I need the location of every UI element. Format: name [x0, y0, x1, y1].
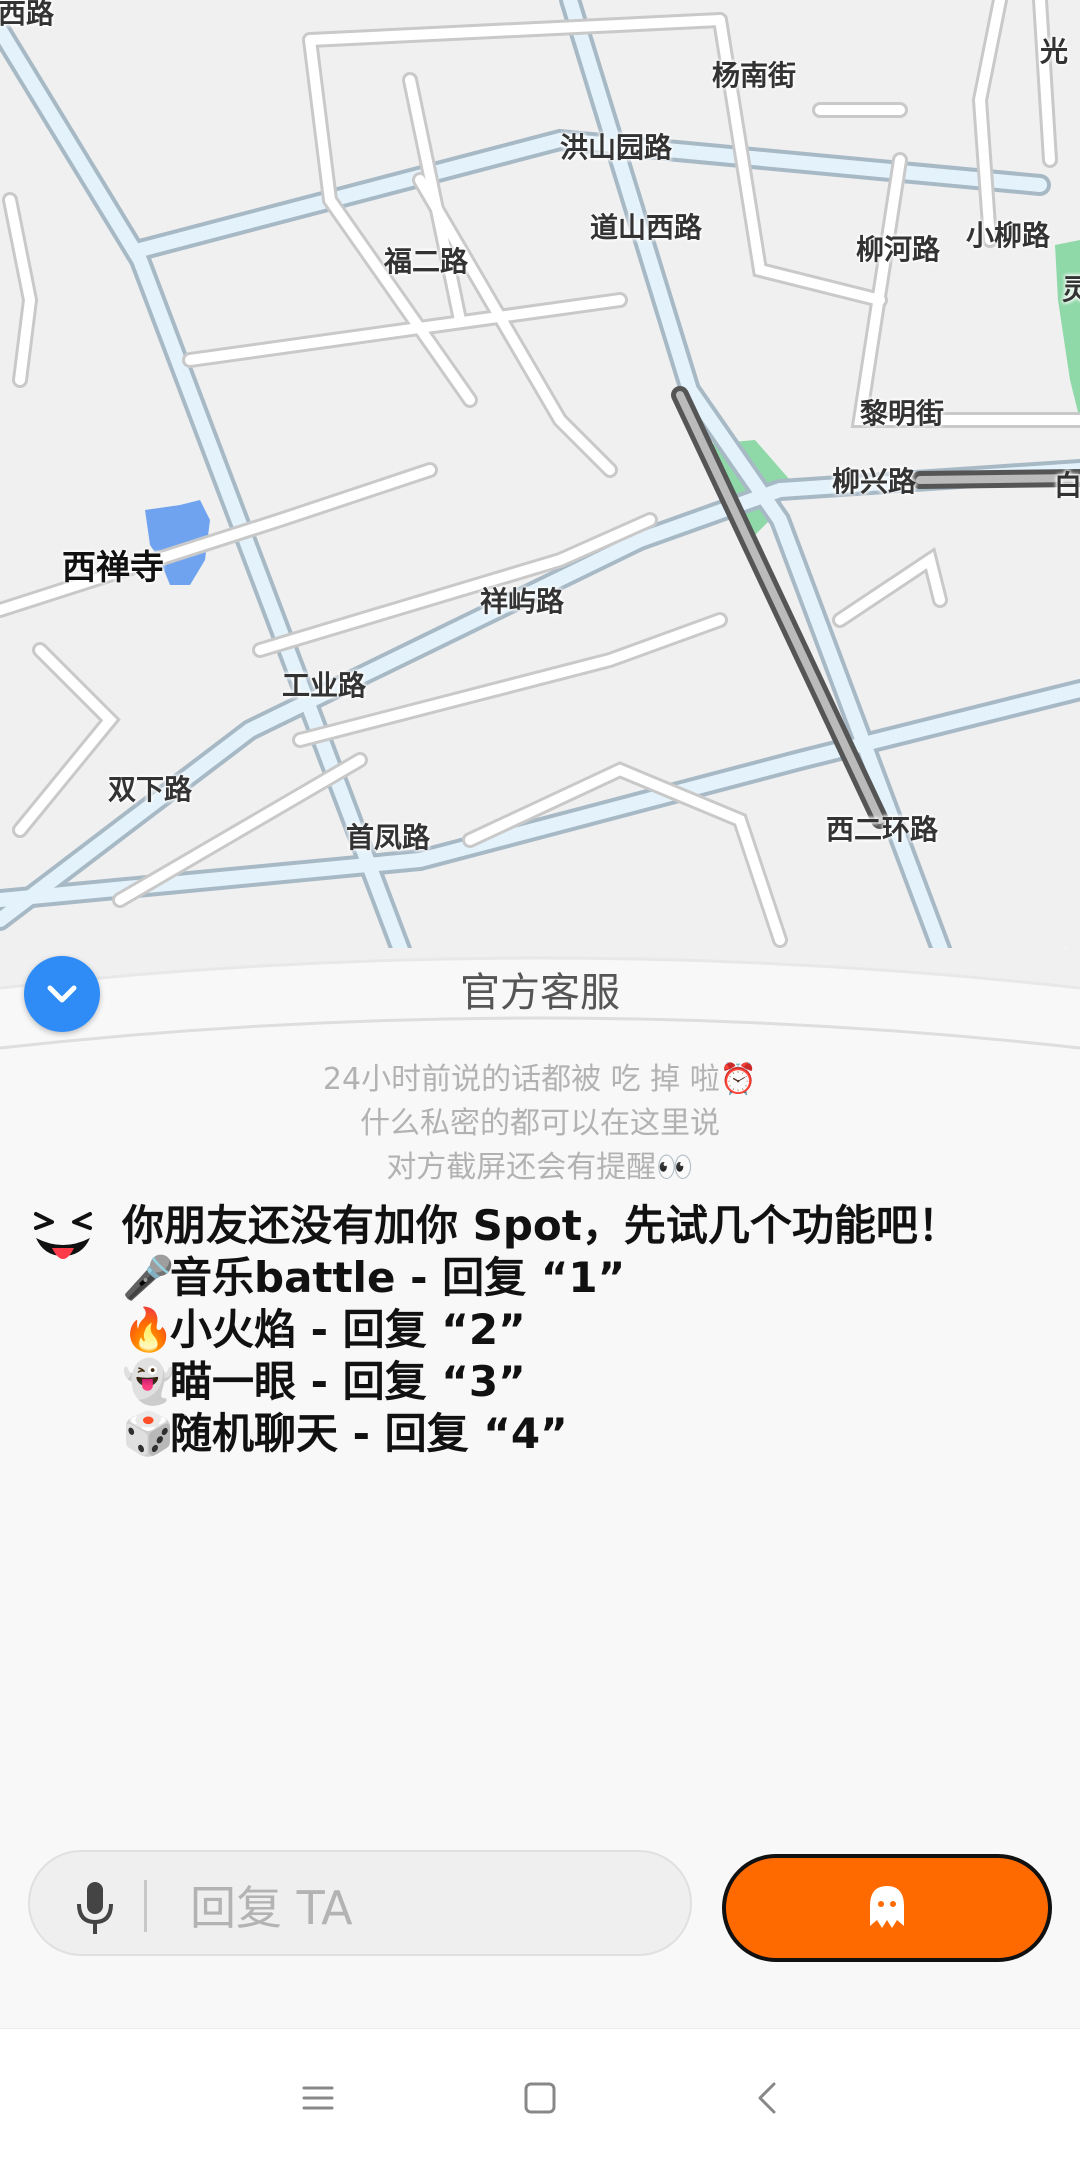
map-label: 祥屿路	[480, 585, 565, 618]
message-option-text: 音乐battle - 回复 “1”	[170, 1253, 626, 1302]
map-label: 小柳路	[966, 219, 1051, 252]
map-label: 双下路	[108, 773, 193, 806]
map-label: 黎明街	[860, 397, 945, 430]
map-label: 洪山园路	[560, 131, 673, 164]
map-label: 西禅寺	[62, 548, 164, 588]
ghost-emoji-icon: 👻	[122, 1357, 175, 1406]
message-option: 🎲随机聊天 - 回复 “4”	[122, 1408, 1042, 1460]
bot-message: 你朋友还没有加你 Spot，先试几个功能吧！ 🎤音乐battle - 回复 “1…	[122, 1200, 1042, 1460]
map-label: 灵	[1062, 273, 1080, 306]
map-label: 道山西路	[590, 211, 703, 244]
fire-emoji-icon: 🔥	[122, 1305, 175, 1354]
notice-line: 对方截屏还会有提醒👀	[386, 1150, 694, 1185]
map-label: 杨南街	[712, 59, 797, 92]
microphone-emoji-icon: 🎤	[122, 1253, 175, 1302]
map-label: 首凤路	[346, 821, 431, 854]
map-label: 光	[1040, 35, 1069, 68]
microphone-icon[interactable]	[70, 1878, 120, 1938]
map-label: 福二路	[384, 245, 469, 278]
ghost-icon	[870, 1886, 904, 1928]
home-square-icon[interactable]	[522, 2080, 558, 2116]
map-roads	[0, 0, 1080, 1000]
message-option-text: 随机聊天 - 回复 “4”	[170, 1409, 568, 1458]
message-intro: 你朋友还没有加你 Spot，先试几个功能吧！	[122, 1201, 960, 1250]
notice-line: 24小时前说的话都被 吃 掉 啦⏰	[322, 1062, 758, 1097]
map-label: 白	[1054, 469, 1080, 502]
reply-input[interactable]	[28, 1850, 692, 1956]
send-button[interactable]	[722, 1854, 1052, 1962]
bot-avatar	[34, 1212, 92, 1259]
message-option: 🔥小火焰 - 回复 “2”	[122, 1304, 1042, 1356]
map-label: 西路	[0, 0, 55, 30]
dice-emoji-icon: 🎲	[122, 1409, 175, 1458]
map-label: 柳兴路	[832, 465, 917, 498]
back-chevron-icon[interactable]	[750, 2080, 786, 2116]
message-option: 👻瞄一眼 - 回复 “3”	[122, 1356, 1042, 1408]
menu-icon[interactable]	[300, 2080, 336, 2116]
message-option-text: 瞄一眼 - 回复 “3”	[170, 1357, 526, 1406]
map-label: 西二环路	[826, 813, 939, 846]
map-label: 工业路	[282, 669, 367, 702]
reply-placeholder: 回复 TA	[190, 1881, 353, 1935]
message-option: 🎤音乐battle - 回复 “1”	[122, 1252, 1042, 1304]
map-view[interactable]: 西路 杨南街 光 洪山园路 道山西路 柳河路 小柳路 福二路 灵 黎明街 柳兴路…	[0, 0, 1080, 1000]
message-option-text: 小火焰 - 回复 “2”	[170, 1305, 526, 1354]
chat-title: 官方客服	[460, 970, 620, 1016]
map-label: 柳河路	[856, 233, 941, 266]
notice-line: 什么私密的都可以在这里说	[360, 1106, 720, 1141]
input-divider	[144, 1880, 147, 1932]
